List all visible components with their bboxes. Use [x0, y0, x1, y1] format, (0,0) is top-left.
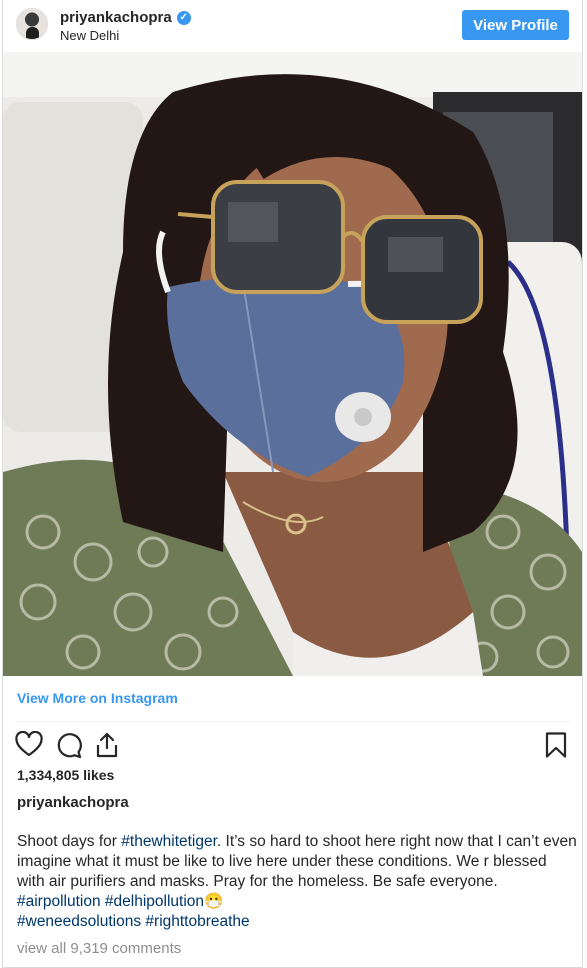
- share-icon[interactable]: [93, 731, 121, 759]
- location[interactable]: New Delhi: [60, 28, 119, 43]
- divider: [15, 721, 570, 722]
- instagram-embed-card: priyankachopra ✓ New Delhi View Profile: [2, 0, 583, 968]
- username-row[interactable]: priyankachopra ✓: [60, 9, 191, 26]
- comment-icon[interactable]: [55, 731, 83, 759]
- bookmark-icon[interactable]: [542, 731, 570, 759]
- hashtag-link[interactable]: #weneedsolutions: [17, 913, 141, 930]
- heart-icon[interactable]: [15, 731, 43, 759]
- hashtag-link[interactable]: #thewhitetiger: [121, 833, 217, 850]
- post-header: priyankachopra ✓ New Delhi View Profile: [3, 0, 582, 52]
- verified-badge-icon: ✓: [176, 10, 191, 25]
- view-comments-link[interactable]: view all 9,319 comments: [17, 940, 181, 957]
- post-caption: Shoot days for #thewhitetiger. It’s so h…: [17, 832, 577, 932]
- caption-username[interactable]: priyankachopra: [17, 794, 129, 811]
- view-profile-button[interactable]: View Profile: [462, 10, 569, 40]
- hashtag-link[interactable]: #delhipollution: [105, 893, 204, 910]
- avatar[interactable]: [16, 8, 48, 40]
- mask-emoji: 😷: [204, 893, 224, 910]
- caption-text: Shoot days for: [17, 833, 122, 850]
- hashtag-link[interactable]: #righttobreathe: [145, 913, 249, 930]
- selfie-image: [3, 52, 582, 676]
- hashtag-link[interactable]: #airpollution: [17, 893, 101, 910]
- username[interactable]: priyankachopra: [60, 9, 172, 26]
- action-bar: [15, 731, 570, 759]
- post-photo[interactable]: [3, 52, 582, 676]
- likes-count[interactable]: 1,334,805 likes: [17, 767, 114, 783]
- view-more-link[interactable]: View More on Instagram: [17, 690, 178, 706]
